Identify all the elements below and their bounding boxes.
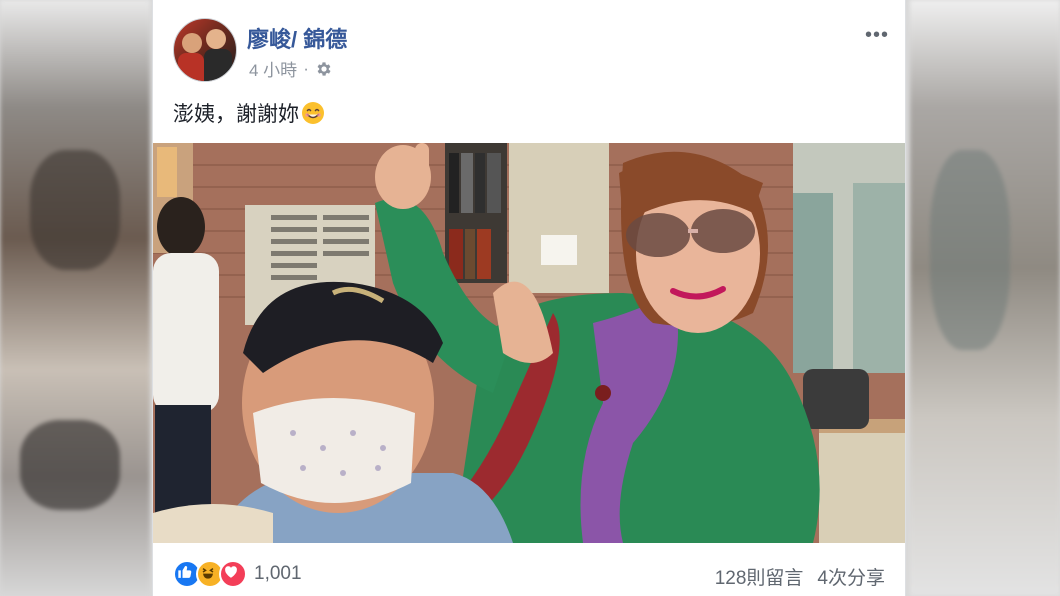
meta-separator: · bbox=[303, 58, 309, 78]
comments-count-link[interactable]: 128則留言 bbox=[715, 563, 804, 590]
love-icon bbox=[219, 560, 247, 588]
blurred-background-left bbox=[0, 0, 150, 596]
smiling-face-emoji-icon bbox=[302, 102, 324, 124]
post-caption: 澎姨，謝謝妳 bbox=[173, 98, 325, 128]
post-timestamp[interactable]: 4 小時 bbox=[249, 56, 297, 81]
blurred-background-right bbox=[910, 0, 1060, 596]
gear-icon[interactable] bbox=[315, 60, 333, 78]
author-avatar[interactable] bbox=[173, 18, 237, 82]
post-header: 廖峻/ 錦德 4 小時 · ••• bbox=[173, 18, 889, 82]
post-photo[interactable] bbox=[153, 143, 905, 543]
facebook-post-card: 廖峻/ 錦德 4 小時 · ••• 澎姨，謝謝妳 1,001 128則留言 4次… bbox=[152, 0, 906, 596]
more-options-icon[interactable]: ••• bbox=[865, 24, 889, 47]
selfie-photo-illustration bbox=[153, 143, 905, 543]
post-footer: 1,001 128則留言 4次分享 bbox=[173, 556, 885, 592]
engagement-stats: 128則留言 4次分享 bbox=[715, 563, 885, 590]
post-meta: 4 小時 · bbox=[249, 56, 333, 81]
caption-text: 澎姨，謝謝妳 bbox=[173, 103, 299, 126]
reaction-summary[interactable]: 1,001 bbox=[173, 560, 302, 588]
shares-count-link[interactable]: 4次分享 bbox=[817, 563, 885, 590]
author-name-link[interactable]: 廖峻/ 錦德 bbox=[247, 22, 347, 54]
reaction-count[interactable]: 1,001 bbox=[254, 563, 302, 585]
